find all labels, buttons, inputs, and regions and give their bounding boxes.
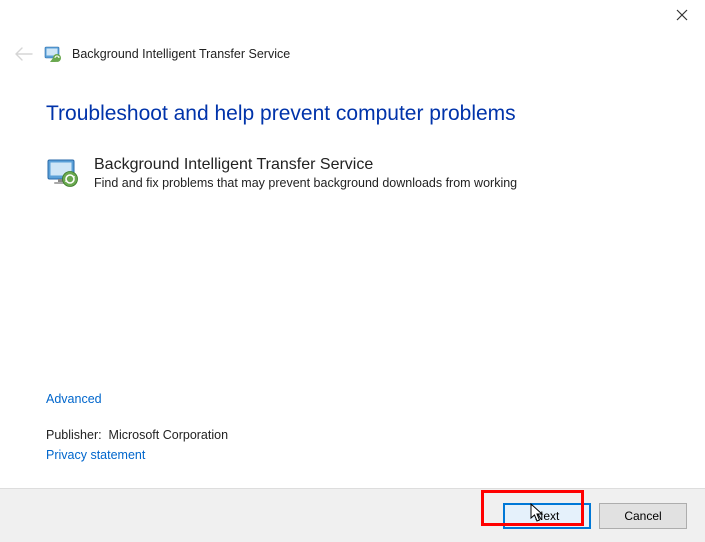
troubleshooter-title: Background Intelligent Transfer Service bbox=[94, 156, 517, 174]
header-row: Background Intelligent Transfer Service bbox=[0, 36, 705, 80]
next-button[interactable]: Next bbox=[503, 503, 591, 529]
bottom-links: Advanced Publisher: Microsoft Corporatio… bbox=[46, 392, 646, 462]
footer-bar: Next Cancel bbox=[0, 488, 705, 542]
close-button[interactable] bbox=[659, 0, 705, 30]
back-button bbox=[14, 44, 34, 64]
troubleshooter-text: Background Intelligent Transfer Service … bbox=[94, 156, 517, 190]
troubleshooter-icon bbox=[46, 158, 80, 188]
content-area: Troubleshoot and help prevent computer p… bbox=[0, 102, 705, 190]
privacy-statement-link[interactable]: Privacy statement bbox=[46, 448, 145, 462]
window-title: Background Intelligent Transfer Service bbox=[72, 47, 290, 61]
troubleshooter-item: Background Intelligent Transfer Service … bbox=[46, 156, 659, 190]
publisher-row: Publisher: Microsoft Corporation bbox=[46, 428, 646, 442]
advanced-link[interactable]: Advanced bbox=[46, 392, 646, 406]
titlebar bbox=[0, 0, 705, 36]
publisher-value: Microsoft Corporation bbox=[109, 428, 229, 442]
troubleshoot-header-icon bbox=[44, 45, 62, 63]
cancel-button[interactable]: Cancel bbox=[599, 503, 687, 529]
close-icon bbox=[676, 9, 688, 21]
troubleshooter-description: Find and fix problems that may prevent b… bbox=[94, 176, 517, 190]
back-arrow-icon bbox=[15, 47, 33, 61]
page-heading: Troubleshoot and help prevent computer p… bbox=[46, 102, 659, 126]
publisher-label: Publisher: bbox=[46, 428, 102, 442]
